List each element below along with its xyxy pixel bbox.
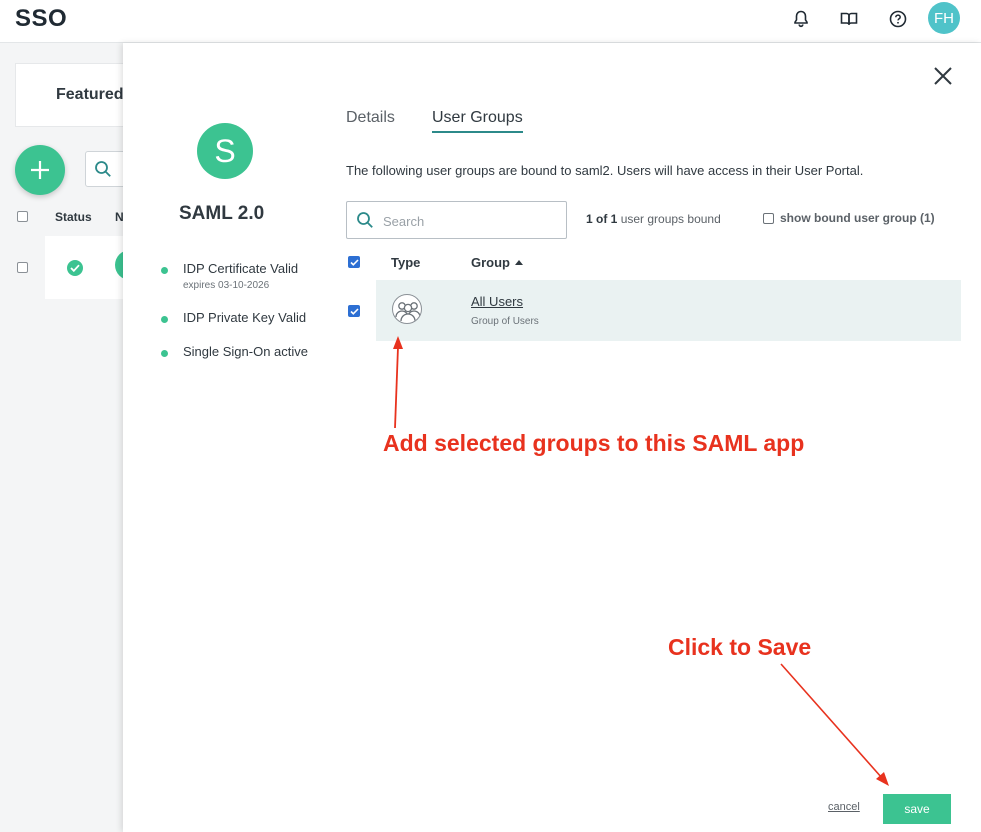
group-search-field[interactable] bbox=[346, 201, 567, 239]
status-item: IDP Private Key Valid bbox=[161, 310, 326, 325]
group-column-header[interactable]: Group bbox=[471, 255, 523, 270]
arrow-to-save bbox=[780, 663, 883, 779]
search-icon bbox=[356, 211, 374, 233]
bell-icon[interactable] bbox=[790, 8, 812, 30]
arrow-to-group-row bbox=[394, 346, 399, 429]
status-column-header[interactable]: Status bbox=[55, 210, 92, 224]
close-icon[interactable] bbox=[931, 64, 955, 88]
status-dot-icon bbox=[161, 267, 168, 274]
status-check-icon bbox=[67, 260, 83, 276]
select-all-groups-checkbox[interactable] bbox=[348, 256, 360, 268]
group-name-link[interactable]: All Users bbox=[471, 294, 523, 309]
help-icon[interactable] bbox=[887, 8, 909, 30]
status-label: Single Sign-On active bbox=[183, 344, 309, 359]
status-label: IDP Private Key Valid bbox=[183, 310, 307, 325]
group-row-checkbox[interactable] bbox=[348, 305, 360, 317]
group-type-label: Group of Users bbox=[471, 316, 539, 327]
user-avatar[interactable]: FH bbox=[928, 2, 960, 34]
status-sublabel: expires 03-10-2026 bbox=[183, 280, 270, 291]
bound-count-number: 1 of 1 bbox=[586, 212, 618, 226]
type-column-header: Type bbox=[391, 255, 421, 270]
status-item: Single Sign-On active bbox=[161, 344, 326, 359]
group-column-label: Group bbox=[471, 255, 510, 270]
table-row[interactable]: All Users Group of Users bbox=[376, 280, 961, 341]
select-all-checkbox[interactable] bbox=[17, 211, 28, 222]
add-app-button[interactable] bbox=[15, 145, 65, 195]
annotation-click-save: Click to Save bbox=[668, 634, 812, 660]
status-item: IDP Certificate Valid expires 03-10-2026 bbox=[161, 261, 326, 291]
search-input[interactable] bbox=[383, 211, 553, 231]
show-bound-label: show bound user group (1) bbox=[780, 211, 935, 225]
featured-card-title: Featured bbox=[56, 86, 124, 103]
status-dot-icon bbox=[161, 350, 168, 357]
user-groups-description: The following user groups are bound to s… bbox=[346, 163, 864, 178]
status-dot-icon bbox=[161, 316, 168, 323]
bound-count-suffix: user groups bound bbox=[620, 212, 721, 226]
bound-count-text: 1 of 1 user groups bound bbox=[586, 212, 721, 226]
app-title: SSO bbox=[15, 5, 68, 32]
app-name: SAML 2.0 bbox=[179, 203, 265, 224]
search-icon bbox=[94, 160, 112, 182]
show-bound-toggle[interactable]: show bound user group (1) bbox=[763, 211, 935, 225]
show-bound-checkbox[interactable] bbox=[763, 212, 774, 224]
tab-details[interactable]: Details bbox=[346, 109, 395, 131]
annotation-add-groups: Add selected groups to this SAML app bbox=[383, 430, 805, 456]
sort-ascending-icon bbox=[515, 260, 523, 265]
tab-user-groups[interactable]: User Groups bbox=[432, 109, 523, 133]
app-status-list: IDP Certificate Valid expires 03-10-2026… bbox=[161, 261, 326, 378]
plus-icon bbox=[31, 161, 49, 179]
book-icon[interactable] bbox=[838, 8, 860, 30]
user-group-icon bbox=[392, 294, 422, 324]
app-avatar: S bbox=[197, 123, 253, 179]
cancel-button[interactable]: cancel bbox=[828, 801, 860, 813]
app-details-panel: S SAML 2.0 IDP Certificate Valid expires… bbox=[123, 43, 981, 832]
arrowhead-down bbox=[876, 772, 889, 786]
save-button[interactable]: save bbox=[883, 794, 951, 824]
status-label: IDP Certificate Valid bbox=[183, 261, 299, 276]
top-bar: SSO FH bbox=[0, 0, 981, 43]
row-checkbox[interactable] bbox=[17, 262, 28, 273]
